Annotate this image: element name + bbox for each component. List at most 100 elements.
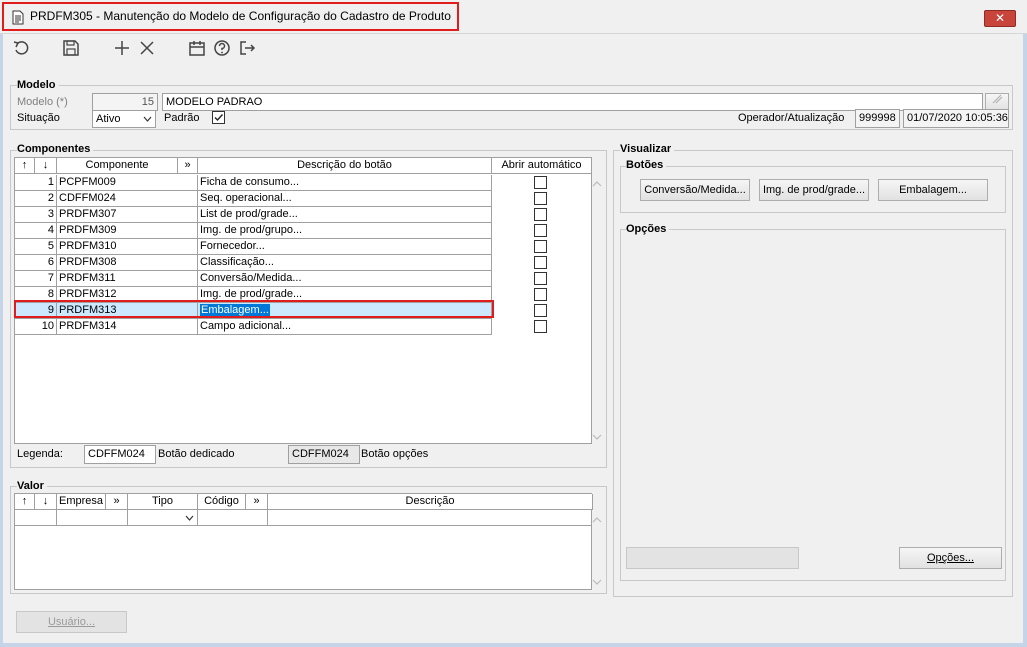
valor-cell-codigo[interactable] bbox=[198, 510, 268, 526]
add-icon[interactable] bbox=[111, 37, 133, 59]
valor-scroll-up-icon[interactable] bbox=[592, 516, 602, 523]
legenda-dedicado-field: CDFFM024 bbox=[84, 445, 156, 464]
row-componente[interactable]: PRDFM314 bbox=[57, 319, 198, 335]
descricao-header[interactable]: Descrição do botão bbox=[198, 158, 492, 174]
abrir-automatico-checkbox[interactable] bbox=[534, 320, 547, 333]
sort-up-header[interactable]: ↑ bbox=[15, 158, 35, 174]
table-row[interactable]: 1 PCPFM009 Ficha de consumo... bbox=[15, 175, 592, 191]
row-descricao[interactable]: Fornecedor... bbox=[198, 239, 492, 255]
valor-scroll-down-icon[interactable] bbox=[592, 579, 602, 586]
codigo-header[interactable]: Código bbox=[198, 494, 246, 510]
valor-cell-descricao[interactable] bbox=[268, 510, 592, 526]
row-componente[interactable]: CDFFM024 bbox=[57, 191, 198, 207]
abrir-automatico-checkbox[interactable] bbox=[534, 272, 547, 285]
row-descricao[interactable]: Img. de prod/grupo... bbox=[198, 223, 492, 239]
tipo-header[interactable]: Tipo bbox=[128, 494, 198, 510]
row-descricao-text: Img. de prod/grade... bbox=[200, 288, 303, 300]
undo-icon[interactable] bbox=[10, 37, 32, 59]
valor-sort-down-header[interactable]: ↓ bbox=[35, 494, 57, 510]
valor-cell-order[interactable] bbox=[15, 510, 57, 526]
row-descricao[interactable]: Classificação... bbox=[198, 255, 492, 271]
row-componente[interactable]: PRDFM310 bbox=[57, 239, 198, 255]
window-frame-left bbox=[0, 34, 3, 647]
window-title: PRDFM305 - Manutenção do Modelo de Confi… bbox=[30, 9, 451, 23]
modelo-code-field[interactable]: 15 bbox=[92, 93, 158, 111]
usuario-button[interactable]: Usuário... bbox=[16, 611, 127, 633]
empresa-expand-header[interactable]: » bbox=[106, 494, 128, 510]
atualizacao-field: 01/07/2020 10:05:36 bbox=[903, 109, 1009, 128]
close-button[interactable]: ✕ bbox=[984, 10, 1016, 27]
row-descricao-text: Campo adicional... bbox=[200, 320, 292, 332]
title-bar: PRDFM305 - Manutenção do Modelo de Confi… bbox=[0, 0, 1027, 34]
row-componente[interactable]: PRDFM307 bbox=[57, 207, 198, 223]
opcoes-group bbox=[620, 229, 1006, 581]
visualizar-group-title: Visualizar bbox=[620, 143, 675, 155]
exit-icon[interactable] bbox=[236, 37, 258, 59]
row-number: 10 bbox=[15, 319, 57, 335]
table-row[interactable]: 2 CDFFM024 Seq. operacional... bbox=[15, 191, 592, 207]
row-number: 7 bbox=[15, 271, 57, 287]
row-descricao[interactable]: List de prod/grade... bbox=[198, 207, 492, 223]
row-descricao-text: Classificação... bbox=[200, 256, 274, 268]
situacao-value: Ativo bbox=[96, 113, 121, 125]
scroll-down-icon[interactable] bbox=[592, 434, 602, 441]
row-descricao-text: Conversão/Medida... bbox=[200, 272, 302, 284]
delete-icon[interactable] bbox=[136, 37, 158, 59]
empresa-header[interactable]: Empresa bbox=[57, 494, 106, 510]
abrir-automatico-checkbox[interactable] bbox=[534, 176, 547, 189]
situacao-select[interactable]: Ativo bbox=[92, 110, 156, 128]
window-frame-right bbox=[1023, 34, 1027, 647]
valor-new-row[interactable] bbox=[15, 510, 593, 526]
row-componente[interactable]: PRDFM309 bbox=[57, 223, 198, 239]
row-descricao[interactable]: Ficha de consumo... bbox=[198, 175, 492, 191]
expand-header[interactable]: » bbox=[178, 158, 198, 174]
abrir-automatico-checkbox[interactable] bbox=[534, 256, 547, 269]
sort-down-header[interactable]: ↓ bbox=[35, 158, 57, 174]
abrir-automatico-checkbox[interactable] bbox=[534, 192, 547, 205]
row-componente[interactable]: PRDFM311 bbox=[57, 271, 198, 287]
row-descricao[interactable]: Conversão/Medida... bbox=[198, 271, 492, 287]
valor-sort-up-header[interactable]: ↑ bbox=[15, 494, 35, 510]
table-row[interactable]: 4 PRDFM309 Img. de prod/grupo... bbox=[15, 223, 592, 239]
preview-conversao-button[interactable]: Conversão/Medida... bbox=[640, 179, 750, 201]
valor-group-title: Valor bbox=[17, 480, 47, 492]
save-icon[interactable] bbox=[60, 37, 82, 59]
padrao-checkbox[interactable] bbox=[212, 111, 225, 124]
abrir-automatico-checkbox[interactable] bbox=[534, 208, 547, 221]
table-row[interactable]: 5 PRDFM310 Fornecedor... bbox=[15, 239, 592, 255]
abrir-automatico-checkbox[interactable] bbox=[534, 288, 547, 301]
row-descricao-text: Fornecedor... bbox=[200, 240, 265, 252]
row-descricao[interactable]: Campo adicional... bbox=[198, 319, 492, 335]
abrir-header[interactable]: Abrir automático bbox=[492, 158, 592, 174]
pencil-icon bbox=[992, 94, 1003, 104]
opcoes-button[interactable]: Opções... bbox=[899, 547, 1002, 569]
document-icon bbox=[12, 10, 24, 25]
table-row[interactable]: 10 PRDFM314 Campo adicional... bbox=[15, 319, 592, 335]
row-number: 3 bbox=[15, 207, 57, 223]
componente-header[interactable]: Componente bbox=[57, 158, 178, 174]
calendar-icon[interactable] bbox=[186, 37, 208, 59]
scroll-up-icon[interactable] bbox=[592, 180, 602, 187]
table-row[interactable]: 6 PRDFM308 Classificação... bbox=[15, 255, 592, 271]
opcoes-placeholder-button bbox=[626, 547, 799, 569]
row-descricao[interactable]: Seq. operacional... bbox=[198, 191, 492, 207]
valor-grid[interactable]: ↑ ↓ Empresa » Tipo Código » Descrição bbox=[14, 493, 602, 590]
abrir-automatico-checkbox[interactable] bbox=[534, 224, 547, 237]
row-descricao-text: List de prod/grade... bbox=[200, 208, 298, 220]
valor-cell-tipo[interactable] bbox=[128, 510, 198, 526]
preview-embalagem-button[interactable]: Embalagem... bbox=[878, 179, 988, 201]
abrir-automatico-checkbox[interactable] bbox=[534, 304, 547, 317]
legenda-label: Legenda: bbox=[17, 448, 63, 460]
valor-cell-empresa[interactable] bbox=[57, 510, 128, 526]
abrir-automatico-checkbox[interactable] bbox=[534, 240, 547, 253]
componentes-group-title: Componentes bbox=[17, 143, 94, 155]
padrao-label: Padrão bbox=[164, 112, 200, 124]
preview-img-grade-button[interactable]: Img. de prod/grade... bbox=[759, 179, 869, 201]
help-icon[interactable] bbox=[211, 37, 233, 59]
table-row[interactable]: 3 PRDFM307 List de prod/grade... bbox=[15, 207, 592, 223]
valor-descricao-header[interactable]: Descrição bbox=[268, 494, 593, 510]
row-componente[interactable]: PCPFM009 bbox=[57, 175, 198, 191]
table-row[interactable]: 7 PRDFM311 Conversão/Medida... bbox=[15, 271, 592, 287]
row-componente[interactable]: PRDFM308 bbox=[57, 255, 198, 271]
codigo-expand-header[interactable]: » bbox=[246, 494, 268, 510]
